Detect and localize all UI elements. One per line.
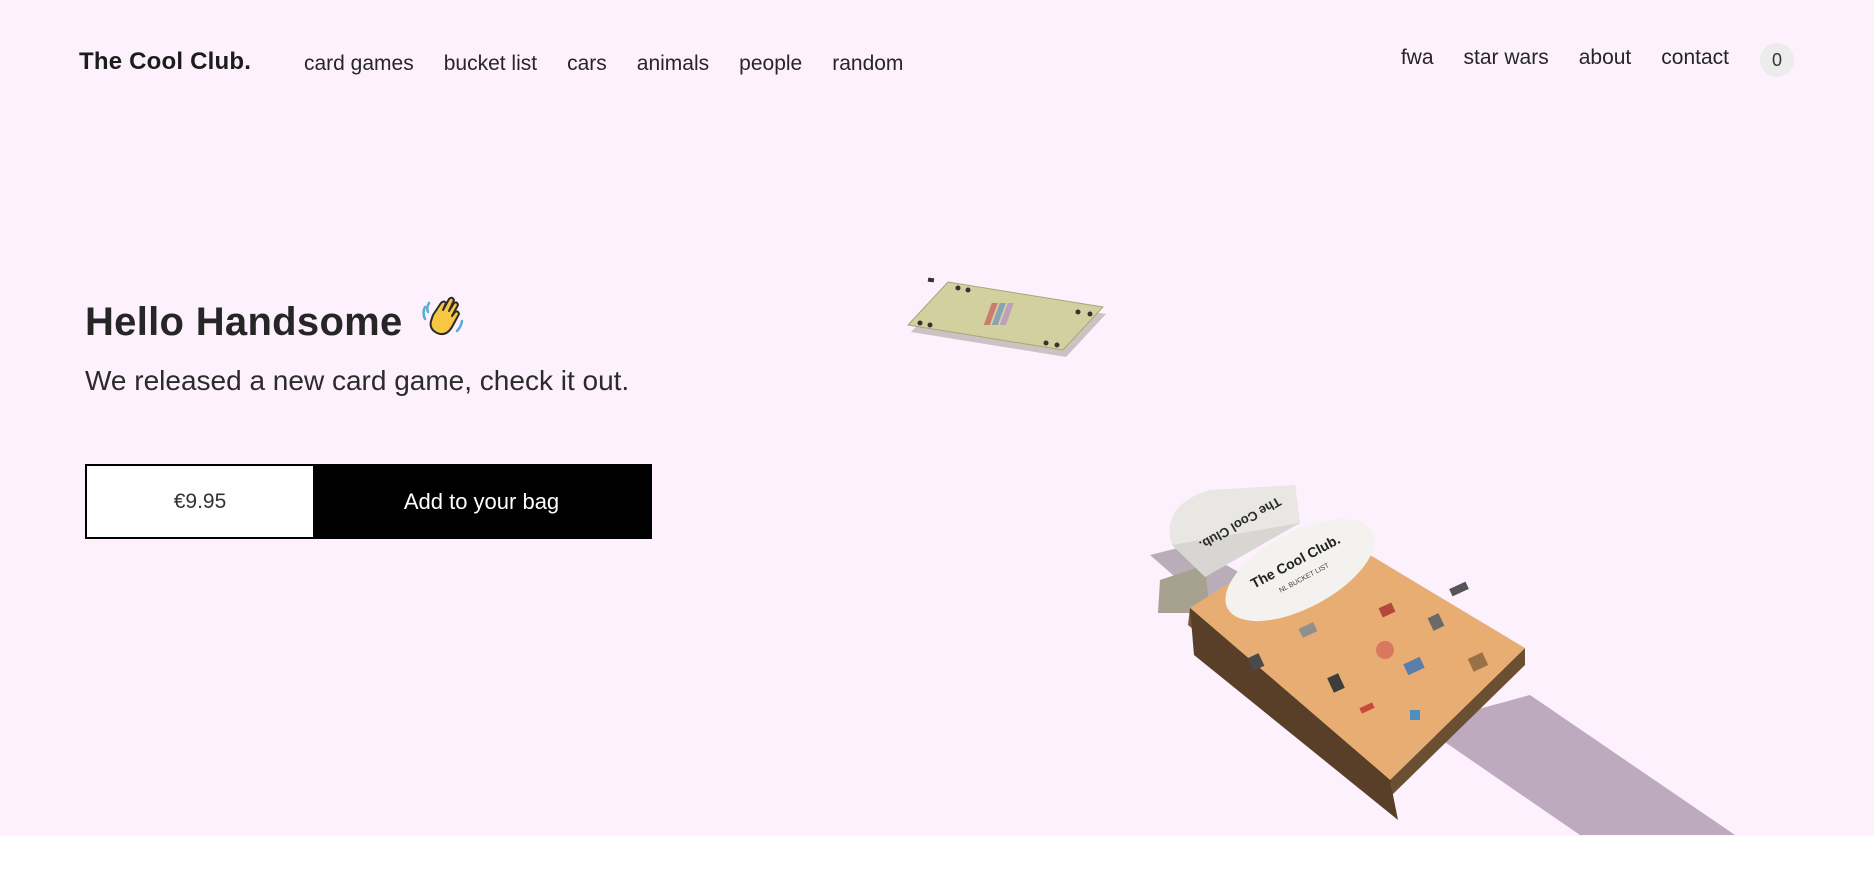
nav-card-games[interactable]: card games xyxy=(304,52,414,76)
waving-hand-icon xyxy=(419,293,467,351)
hero-section: The Cool Club. card games bucket list ca… xyxy=(0,0,1874,836)
price-label: €9.95 xyxy=(87,466,313,537)
hero-title-text: Hello Handsome xyxy=(85,299,403,344)
bag-count-badge[interactable]: 0 xyxy=(1760,43,1794,77)
page-footer-strip xyxy=(0,836,1874,880)
product-box-illustration: The Cool Club. NL BUCKET LIST The Cool C… xyxy=(1150,485,1735,835)
nav-bucket-list[interactable]: bucket list xyxy=(444,52,537,76)
hero-subtitle: We released a new card game, check it ou… xyxy=(85,365,630,396)
nav-contact[interactable]: contact xyxy=(1661,46,1729,70)
secondary-nav: fwa star wars about contact xyxy=(1401,46,1729,70)
site-logo[interactable]: The Cool Club. xyxy=(79,48,251,76)
main-nav: card games bucket list cars animals peop… xyxy=(304,52,903,76)
site-header: The Cool Club. card games bucket list ca… xyxy=(0,0,1874,120)
nav-cars[interactable]: cars xyxy=(567,52,607,76)
add-to-bag-button[interactable]: Add to your bag xyxy=(313,466,650,537)
nav-fwa[interactable]: fwa xyxy=(1401,46,1434,70)
nav-animals[interactable]: animals xyxy=(637,52,709,76)
nav-people[interactable]: people xyxy=(739,52,802,76)
nav-random[interactable]: random xyxy=(832,52,903,76)
nav-star-wars[interactable]: star wars xyxy=(1464,46,1549,70)
purchase-box: €9.95 Add to your bag xyxy=(85,464,652,539)
hero-title: Hello Handsome xyxy=(85,293,467,351)
nav-about[interactable]: about xyxy=(1579,46,1632,70)
floating-card-illustration xyxy=(906,277,1106,357)
